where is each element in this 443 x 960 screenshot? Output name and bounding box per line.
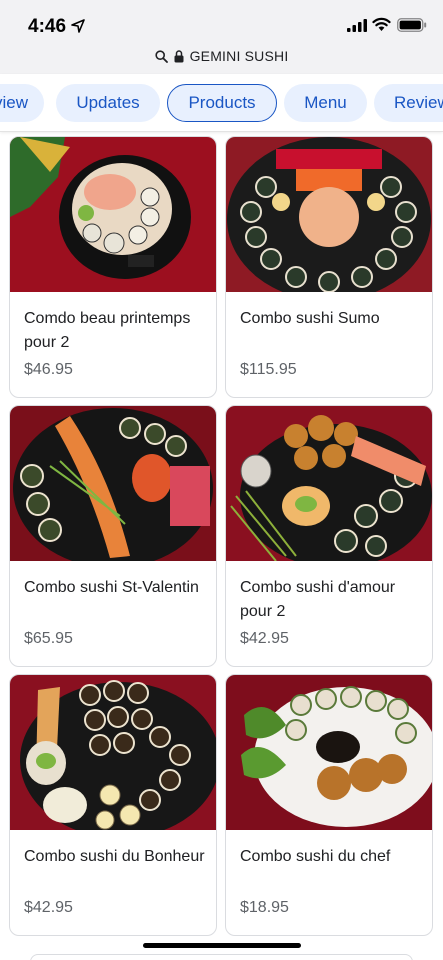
product-name: Combo sushi du Bonheur <box>24 848 205 865</box>
tab-overview[interactable]: view <box>0 84 44 122</box>
product-photo <box>10 137 216 292</box>
product-card[interactable]: Combo sushi du Bonheur $42.95 <box>9 674 217 936</box>
product-card[interactable]: Comdo beau printemps pour 2 $46.95 <box>9 136 217 398</box>
location-arrow-icon <box>71 19 85 33</box>
product-photo <box>226 137 432 292</box>
search-icon <box>154 49 168 63</box>
product-name: Combo sushi Sumo <box>240 310 380 327</box>
cellular-signal-icon <box>347 19 367 32</box>
tab-reviews-label: Review <box>394 93 443 112</box>
address-bar[interactable]: GEMINI SUSHI <box>0 42 443 74</box>
product-name: Combo sushi du chef <box>240 848 391 865</box>
status-bar: 4:46 <box>0 0 443 48</box>
battery-icon <box>397 18 427 32</box>
product-name: Comdo beau printemps pour 2 <box>24 310 191 351</box>
wifi-icon <box>372 17 391 31</box>
product-card[interactable]: Combo sushi St-Valentin $65.95 <box>9 405 217 667</box>
site-name: GEMINI SUSHI <box>189 48 289 64</box>
tab-reviews[interactable]: Review <box>374 84 443 122</box>
product-price: $115.95 <box>240 361 297 378</box>
tab-updates[interactable]: Updates <box>56 84 160 122</box>
product-price: $46.95 <box>24 361 73 378</box>
home-indicator[interactable] <box>143 943 301 948</box>
product-photo <box>10 406 216 561</box>
product-card[interactable]: Combo sushi d'amour pour 2 $42.95 <box>225 405 433 667</box>
product-price: $18.95 <box>240 899 289 916</box>
product-price: $42.95 <box>24 899 73 916</box>
tab-products-label: Products <box>188 93 256 112</box>
tab-menu[interactable]: Menu <box>284 84 367 122</box>
product-photo <box>226 406 432 561</box>
product-name: Combo sushi d'amour pour 2 <box>240 579 396 620</box>
product-photo <box>226 675 432 830</box>
tab-updates-label: Updates <box>76 93 140 112</box>
tab-menu-label: Menu <box>304 93 347 112</box>
product-price: $42.95 <box>240 630 289 647</box>
product-name: Combo sushi St-Valentin <box>24 579 199 596</box>
product-photo <box>10 675 216 830</box>
lock-icon <box>174 49 184 62</box>
product-card[interactable]: Combo sushi du chef $18.95 <box>225 674 433 936</box>
tab-overview-label: view <box>0 93 28 112</box>
tab-bar: view Updates Products Menu Review <box>0 74 443 132</box>
next-section-card <box>30 954 413 960</box>
tab-products[interactable]: Products <box>167 84 277 122</box>
product-price: $65.95 <box>24 630 73 647</box>
product-card[interactable]: Combo sushi Sumo $115.95 <box>225 136 433 398</box>
status-time: 4:46 <box>28 16 67 37</box>
